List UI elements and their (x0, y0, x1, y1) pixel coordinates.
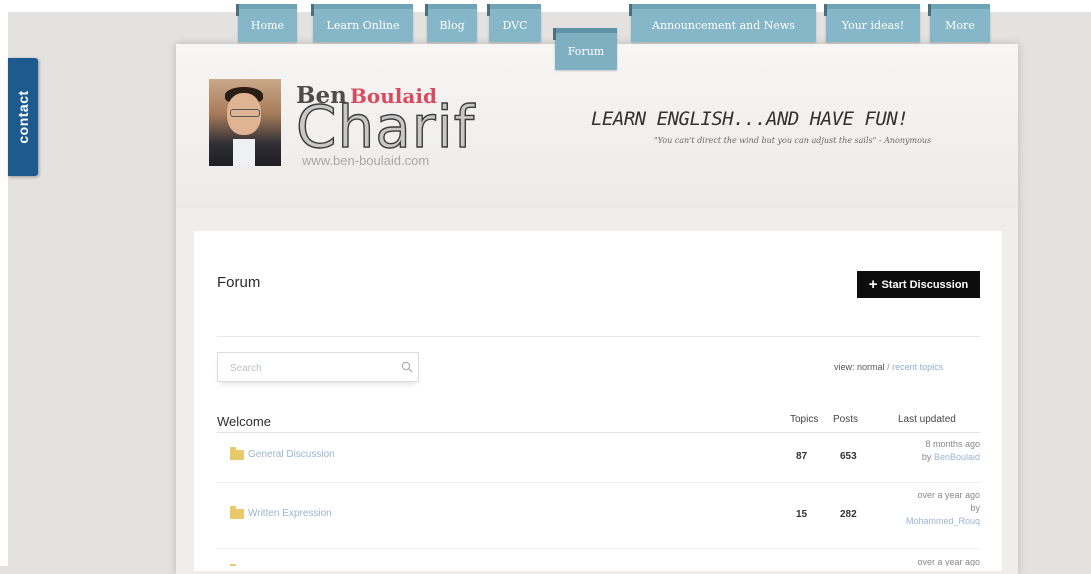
view-switch: view: normal / recent topics (834, 362, 943, 372)
start-discussion-label: Start Discussion (881, 278, 969, 291)
column-header-last-updated: Last updated (898, 414, 956, 425)
divider (217, 336, 980, 337)
posts-count: 282 (840, 509, 857, 520)
user-link[interactable]: Mohammed_Rouq (890, 515, 980, 528)
last-updated: over a year ago by Mohammed_Rouq (890, 489, 980, 528)
tab-label: Learn Online (326, 19, 400, 32)
left-strip (0, 0, 8, 566)
search-box[interactable] (217, 352, 419, 382)
tab-label: Announcement and News (652, 19, 795, 32)
tab-blog[interactable]: Blog (425, 4, 477, 42)
last-updated-time: 8 months ago (925, 439, 980, 449)
last-updated-by: by (970, 503, 980, 513)
column-header-topics: Topics (790, 414, 819, 425)
view-label: view: (834, 362, 855, 372)
last-updated: over a year ago (890, 556, 980, 566)
section-heading: Welcome (217, 414, 271, 429)
last-updated: 8 months ago by BenBoulaid (890, 438, 980, 464)
avatar (209, 79, 281, 166)
tab-label: Blog (439, 19, 465, 32)
forum-link[interactable]: General Discussion (248, 449, 335, 460)
view-separator: / (887, 362, 890, 372)
tab-learn-online[interactable]: Learn Online (311, 4, 413, 42)
logo-url: www.ben-boulaid.com (302, 153, 430, 168)
tab-label: More (945, 19, 975, 32)
table-row: Written Expression 15 282 over a year ag… (217, 487, 980, 542)
tab-announcement-and-news[interactable]: Announcement and News (629, 4, 816, 42)
start-discussion-button[interactable]: + Start Discussion (857, 271, 980, 298)
view-recent-topics-link[interactable]: recent topics (892, 362, 943, 372)
tab-more[interactable]: More (928, 4, 990, 42)
view-normal-link[interactable]: normal (857, 362, 885, 372)
tab-label: Your ideas! (841, 19, 905, 32)
table-row: over a year ago (217, 553, 980, 566)
tab-dvc[interactable]: DVC (487, 4, 541, 42)
tab-label: Home (250, 19, 285, 32)
topics-count: 15 (796, 509, 808, 520)
last-updated-by: by (921, 452, 932, 462)
page-title: Forum (217, 274, 261, 291)
tab-label: Forum (567, 45, 605, 58)
posts-count: 653 (840, 451, 857, 462)
folder-icon (230, 447, 244, 460)
last-updated-time: over a year ago (917, 490, 980, 500)
last-updated-time: over a year ago (917, 557, 980, 566)
contact-tab-label: contact (15, 90, 31, 144)
divider (217, 432, 980, 433)
folder-icon (230, 506, 244, 519)
plus-icon: + (868, 276, 878, 293)
site-tagline: LEARN ENGLISH...AND HAVE FUN! (591, 108, 909, 130)
divider (217, 548, 980, 549)
topics-count: 87 (796, 451, 808, 462)
search-icon[interactable] (401, 361, 413, 373)
tab-your-ideas[interactable]: Your ideas! (824, 4, 920, 42)
table-row: General Discussion 87 653 8 months ago b… (217, 438, 980, 480)
forum-link[interactable]: Written Expression (248, 508, 332, 519)
contact-tab[interactable]: contact (8, 58, 38, 176)
search-input[interactable] (228, 359, 392, 377)
tab-forum[interactable]: Forum (553, 28, 617, 70)
tab-home[interactable]: Home (236, 4, 297, 42)
tab-label: DVC (502, 19, 528, 32)
user-link[interactable]: BenBoulaid (934, 452, 980, 462)
column-header-posts: Posts (833, 414, 859, 425)
site-quote: "You can't direct the wind but you can a… (654, 136, 932, 145)
logo-main-name[interactable]: Charif (295, 95, 475, 158)
divider (217, 482, 980, 483)
